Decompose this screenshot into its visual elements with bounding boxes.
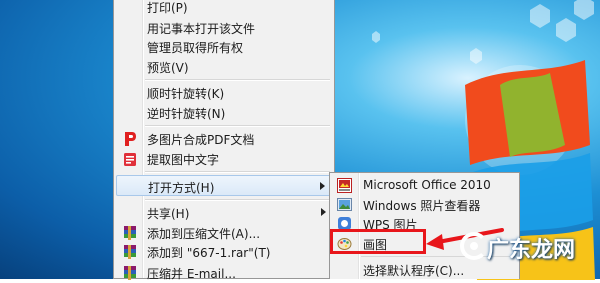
- menu-item-open-with[interactable]: 打开方式(H): [116, 175, 332, 196]
- menu-item-label: 共享(H): [147, 207, 190, 221]
- photo-viewer-icon: [337, 198, 352, 211]
- menu-item-label: 压缩并 E-mail...: [147, 267, 236, 281]
- submenu-item-microsoft-office[interactable]: Microsoft Office 2010: [332, 175, 517, 196]
- menu-item-label: 用记事本打开该文件: [147, 22, 256, 36]
- menu-item-label: 打印(P): [147, 1, 188, 15]
- menu-item-label: 多图片合成PDF文档: [147, 133, 255, 147]
- highlight-box: [330, 229, 426, 254]
- submenu-item-label: Microsoft Office 2010: [363, 178, 491, 192]
- menu-item-label: 顺时针旋转(K): [147, 87, 225, 101]
- watermark-logo-dot: [470, 242, 478, 250]
- menu-item-add-to-archive[interactable]: 添加到压缩文件(A)...: [116, 222, 332, 243]
- submenu-item-label: Windows 照片查看器: [363, 199, 481, 213]
- menu-item-add-to-rar[interactable]: 添加到 "667-1.rar"(T): [116, 241, 332, 262]
- menu-item-print[interactable]: 打印(P): [116, 0, 332, 17]
- menu-separator: [145, 171, 330, 173]
- submenu-arrow-icon: [321, 208, 326, 216]
- office-picture-icon: [337, 178, 352, 193]
- context-menu: 打印(P) 用记事本打开该文件 管理员取得所有权 预览(V) 顺时针旋转(K) …: [113, 0, 335, 281]
- menu-item-label: 逆时针旋转(N): [147, 107, 226, 121]
- menu-separator: [145, 79, 330, 81]
- menu-item-label: 添加到 "667-1.rar"(T): [147, 246, 271, 260]
- winrar-icon: [124, 226, 136, 240]
- menu-item-open-with-notepad[interactable]: 用记事本打开该文件: [116, 17, 332, 38]
- menu-item-rotate-clockwise[interactable]: 顺时针旋转(K): [116, 82, 332, 103]
- submenu-item-photo-viewer[interactable]: Windows 照片查看器: [332, 194, 517, 215]
- menu-item-compress-email[interactable]: 压缩并 E-mail...: [116, 262, 332, 283]
- winrar-icon: [124, 245, 136, 259]
- watermark-text: 广东龙网: [487, 237, 576, 263]
- menu-item-merge-pdf[interactable]: 多图片合成PDF文档: [116, 128, 332, 149]
- menu-item-label: 打开方式(H): [148, 181, 215, 195]
- menu-item-label: 提取图中文字: [147, 153, 220, 167]
- submenu-item-label: 选择默认程序(C)...: [363, 264, 465, 278]
- menu-item-rotate-counterclockwise[interactable]: 逆时针旋转(N): [116, 102, 332, 123]
- menu-item-label: 添加到压缩文件(A)...: [147, 227, 261, 241]
- menu-item-label: 管理员取得所有权: [147, 41, 244, 55]
- menu-item-label: 预览(V): [147, 61, 189, 75]
- menu-item-share[interactable]: 共享(H): [116, 202, 332, 223]
- menu-separator: [145, 199, 330, 201]
- submenu-arrow-icon: [320, 182, 325, 190]
- menu-separator: [145, 125, 330, 127]
- menu-item-preview[interactable]: 预览(V): [116, 56, 332, 77]
- menu-item-take-ownership[interactable]: 管理员取得所有权: [116, 36, 332, 57]
- text-extract-icon: [124, 153, 136, 166]
- menu-item-extract-text[interactable]: 提取图中文字: [116, 148, 332, 169]
- pdf-icon: [125, 132, 136, 146]
